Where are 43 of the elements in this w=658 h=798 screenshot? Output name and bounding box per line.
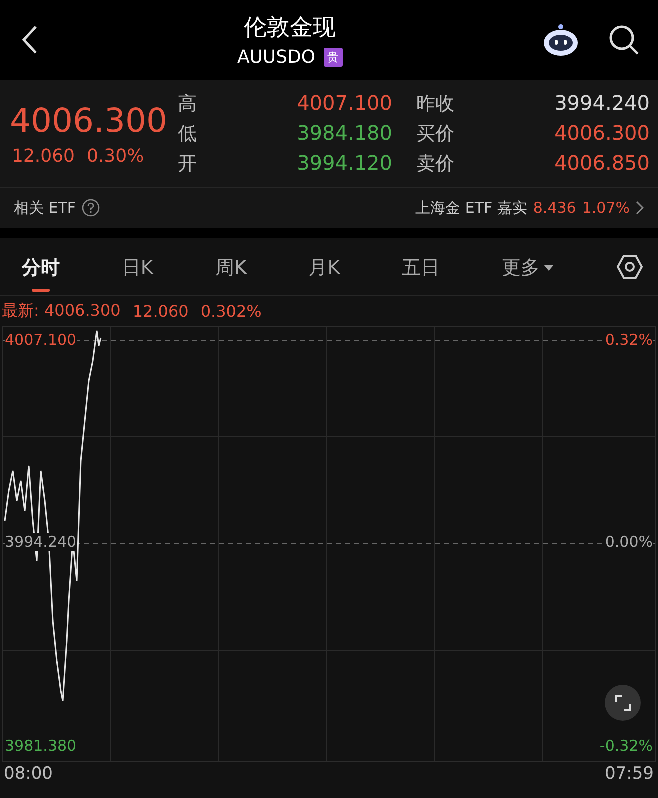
percent-change: 0.30% (86, 146, 144, 166)
price-change: 12.060 (12, 146, 75, 166)
chart-tab[interactable]: 日K (122, 247, 154, 292)
stat-value: 4007.100 (296, 90, 392, 116)
stat-label: 买价 (416, 122, 454, 146)
stat-label: 卖价 (416, 152, 454, 176)
chevron-right-icon[interactable] (636, 201, 644, 215)
chart-tab[interactable]: 分时 (22, 247, 60, 292)
category-badge: 贵 (324, 48, 343, 67)
stat-label: 开 (178, 152, 197, 176)
stat-value: 3994.120 (296, 150, 392, 176)
time-start: 08:00 (4, 764, 53, 784)
latest-percent: 0.302% (200, 302, 262, 320)
chart-tab[interactable]: 五日 (402, 247, 440, 292)
etf-label: 相关 ETF (14, 198, 76, 218)
stat-value: 3984.180 (296, 120, 392, 146)
back-icon[interactable] (22, 25, 38, 55)
caret-icon (544, 265, 554, 272)
chart-tab[interactable]: 更多 (502, 247, 554, 292)
expand-icon (614, 694, 632, 712)
stat-label: 昨收 (416, 92, 454, 116)
robot-icon[interactable] (542, 23, 580, 57)
chart-tab[interactable]: 月K (308, 247, 340, 292)
latest-label: 最新: 4006.300 (2, 300, 121, 322)
time-end: 07:59 (605, 764, 654, 784)
fullscreen-button[interactable] (605, 685, 641, 721)
stat-value: 4006.300 (554, 120, 650, 146)
chart-tab[interactable]: 周K (215, 247, 247, 292)
last-price: 4006.300 (10, 100, 168, 140)
stat-label: 高 (178, 92, 197, 116)
latest-change: 12.060 (132, 302, 189, 320)
stat-value: 3994.240 (554, 90, 650, 116)
search-icon[interactable] (608, 24, 640, 56)
stat-value: 4006.850 (554, 150, 650, 176)
stat-label: 低 (178, 122, 197, 146)
etf-percent: 1.07% (582, 199, 630, 217)
symbol-code: AUUSDO (237, 47, 316, 68)
settings-icon[interactable] (616, 252, 644, 280)
axis-prev-close: 3994.240 (5, 533, 77, 551)
page-title: 伦敦金现 (244, 14, 336, 43)
help-icon[interactable] (82, 199, 100, 217)
etf-name[interactable]: 上海金 ETF 嘉实 (416, 198, 528, 218)
etf-price: 8.436 (533, 199, 576, 217)
